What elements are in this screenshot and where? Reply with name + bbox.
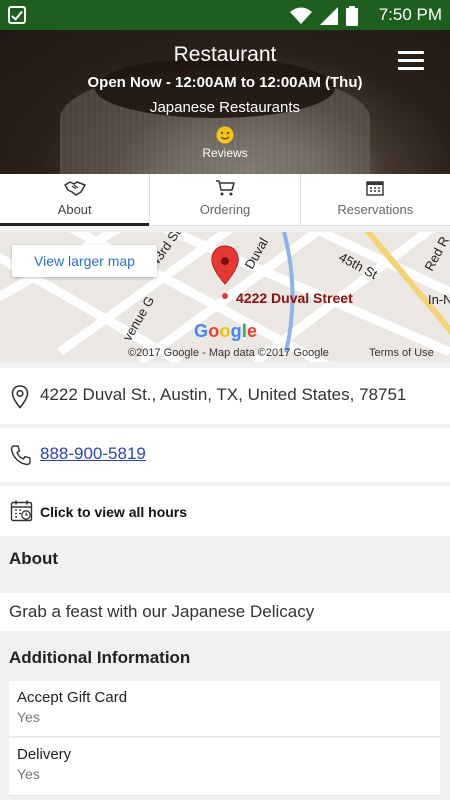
- street-label: In-N: [428, 292, 450, 307]
- street-label: Red R: [421, 234, 450, 274]
- battery-icon: [346, 6, 358, 26]
- tab-ordering[interactable]: Ordering: [150, 174, 301, 225]
- tab-bar: About Ordering Reservations: [0, 174, 450, 226]
- info-item-value: Yes: [17, 709, 40, 725]
- map-copyright: ©2017 Google - Map data ©2017 Google: [128, 347, 329, 359]
- restaurant-header: Restaurant Open Now - 12:00AM to 12:00AM…: [0, 30, 450, 174]
- info-item-delivery: Delivery Yes: [9, 738, 440, 796]
- cart-icon: [215, 180, 235, 196]
- calendar-icon: [366, 181, 385, 196]
- additional-info-heading: Additional Information: [9, 648, 191, 667]
- map-attribution: ©2017 Google - Map data ©2017 Google Ter…: [0, 345, 450, 362]
- reviews-label: Reviews: [202, 146, 248, 160]
- check-square-icon: [8, 6, 26, 24]
- phone-link[interactable]: 888-900-5819: [40, 444, 146, 464]
- info-item-value: Yes: [17, 766, 40, 782]
- info-item-gift-card: Accept Gift Card Yes: [9, 681, 440, 737]
- about-description: Grab a feast with our Japanese Delicacy: [0, 593, 450, 631]
- terms-of-use-link[interactable]: Terms of Use: [369, 347, 434, 359]
- tab-about[interactable]: About: [0, 174, 151, 226]
- wifi-icon: [290, 7, 312, 24]
- tab-label-ordering: Ordering: [199, 202, 251, 217]
- hours-row[interactable]: Click to view all hours: [0, 486, 450, 536]
- location-pin-icon: [11, 385, 29, 409]
- handshake-icon: [63, 181, 86, 196]
- open-hours: Open Now - 12:00AM to 12:00AM (Thu): [87, 74, 363, 91]
- tab-label-about: About: [57, 202, 92, 217]
- about-heading: About: [9, 549, 59, 568]
- status-bar: 7:50 PM: [0, 0, 450, 30]
- calendar-clock-icon: [10, 500, 33, 522]
- info-item-label: Accept Gift Card: [17, 689, 128, 706]
- view-larger-map-button[interactable]: View larger map: [12, 245, 157, 277]
- reviews-button[interactable]: Reviews: [190, 126, 260, 160]
- hamburger-menu-icon[interactable]: [398, 51, 424, 71]
- address-text: 4222 Duval St., Austin, TX, United State…: [40, 385, 407, 404]
- signal-icon: [320, 7, 338, 25]
- restaurant-category: Japanese Restaurants: [149, 99, 301, 116]
- restaurant-name: Restaurant: [173, 43, 277, 66]
- status-time: 7:50 PM: [378, 5, 442, 24]
- map-pin-label: 4222 Duval Street: [236, 290, 353, 306]
- tab-label-reservations: Reservations: [337, 202, 414, 217]
- status-icons: [290, 6, 358, 26]
- phone-row[interactable]: 888-900-5819: [0, 428, 450, 482]
- phone-icon: [10, 445, 31, 466]
- smiley-icon: [216, 126, 234, 144]
- view-all-hours-link[interactable]: Click to view all hours: [40, 504, 187, 520]
- address-row[interactable]: 4222 Duval St., Austin, TX, United State…: [0, 368, 450, 424]
- location-map[interactable]: E 43rd St Duval 45th St Red R In-N venue…: [0, 232, 450, 362]
- info-item-label: Delivery: [17, 746, 72, 763]
- tab-reservations[interactable]: Reservations: [301, 174, 450, 225]
- about-text: Grab a feast with our Japanese Delicacy: [9, 602, 315, 621]
- google-logo: Google: [194, 321, 258, 341]
